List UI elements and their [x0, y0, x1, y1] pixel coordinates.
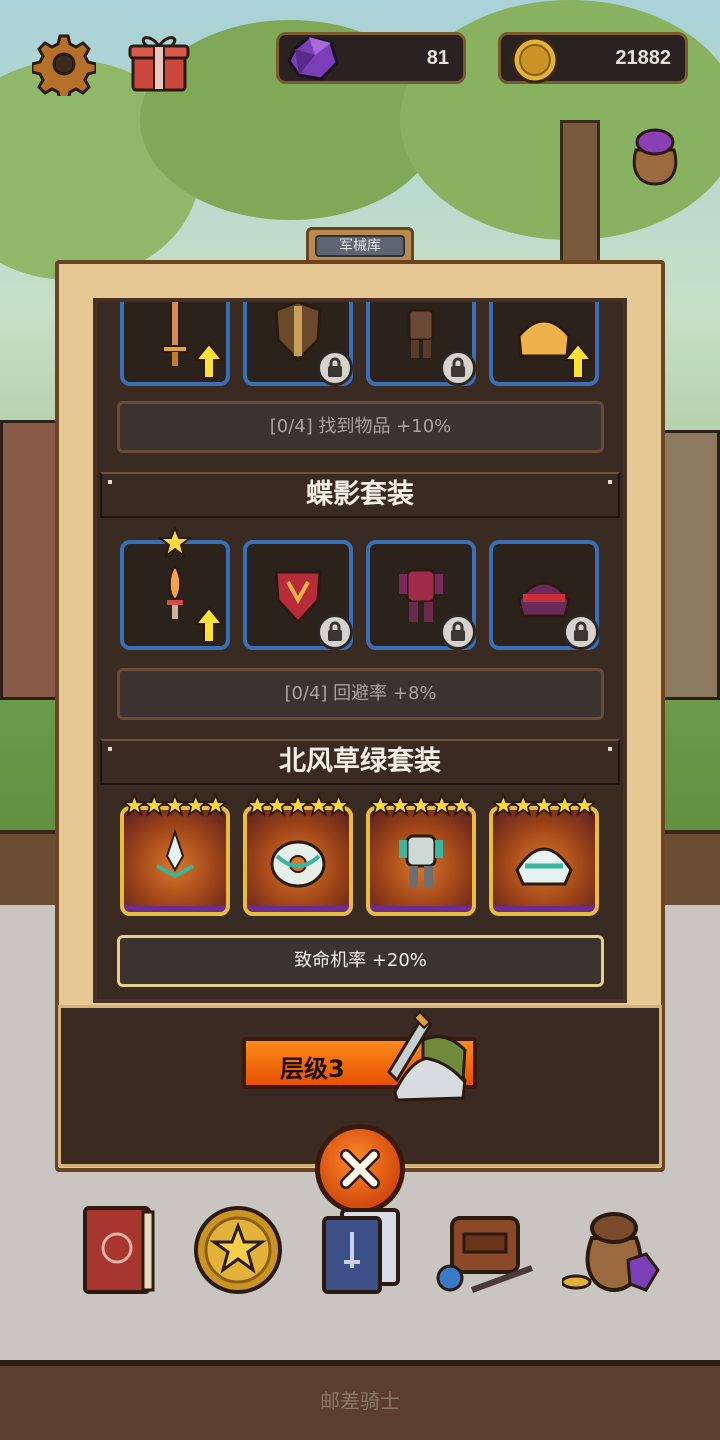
upgrade-arrow-icon: [194, 606, 224, 643]
gear-icon: [32, 34, 96, 96]
gem-count: 81: [426, 47, 449, 69]
book-icon: [83, 1205, 155, 1294]
level-label: 层级3: [280, 1055, 345, 1083]
set-1-bonus: [0/4] 找到物品 +10%: [117, 401, 604, 453]
loot-bag-button[interactable]: [620, 120, 690, 190]
lock-icon: [317, 350, 353, 386]
nav-book-button[interactable]: [70, 1195, 170, 1300]
nav-shop-button[interactable]: [560, 1195, 670, 1300]
set-2-weapon-slot[interactable]: [120, 526, 230, 650]
set-3-bonus: 致命机率 +20%: [117, 935, 604, 987]
lock-icon: [440, 614, 476, 650]
set-2-armor-slot[interactable]: [366, 540, 476, 650]
set-3-armor-slot[interactable]: [366, 792, 476, 916]
backpack-icon: [436, 1215, 534, 1293]
close-icon: [340, 1149, 380, 1189]
cards-icon: [322, 1207, 400, 1294]
helmet-icon: [493, 810, 595, 912]
set-2-bonus: [0/4] 回避率 +8%: [117, 668, 604, 720]
nav-inventory-button[interactable]: [430, 1195, 540, 1300]
gem-counter[interactable]: 81: [276, 32, 466, 84]
gem-icon: [285, 35, 341, 87]
coin-counter[interactable]: 21882: [498, 32, 688, 84]
treasure-bag-icon: [562, 1211, 660, 1292]
armor-icon: [370, 810, 472, 912]
panel-title-tab: 军械库: [306, 227, 414, 263]
nav-achievements-button[interactable]: [188, 1195, 288, 1300]
set-2-helmet-slot[interactable]: [489, 540, 599, 650]
lock-icon: [563, 614, 599, 650]
coin-count: 21882: [615, 47, 671, 69]
star-coin-icon: [194, 1205, 282, 1294]
coin-icon: [507, 35, 563, 89]
lock-icon: [440, 350, 476, 386]
gift-icon: [128, 36, 190, 92]
panel-title: 军械库: [315, 235, 405, 257]
set-3-weapon-slot[interactable]: [120, 792, 230, 916]
set-3-title: 北风草绿套装: [100, 739, 620, 785]
set-2-shield-slot[interactable]: [243, 540, 353, 650]
upgrade-arrow-icon: [563, 342, 593, 379]
lock-icon: [317, 614, 353, 650]
trident-icon: [124, 810, 226, 912]
settings-button[interactable]: [30, 30, 98, 98]
nav-cards-button[interactable]: [310, 1195, 410, 1300]
game-title-footer: 邮差骑士: [320, 1389, 400, 1413]
helmet-sword-icon: [375, 1010, 480, 1110]
loot-bag-icon: [632, 128, 678, 186]
set-2-title: 蝶影套装: [100, 472, 620, 518]
set-3-helmet-slot[interactable]: [489, 792, 599, 916]
shield-icon: [247, 810, 349, 912]
gift-button[interactable]: [125, 28, 193, 96]
upgrade-arrow-icon: [194, 342, 224, 379]
set-3-shield-slot[interactable]: [243, 792, 353, 916]
